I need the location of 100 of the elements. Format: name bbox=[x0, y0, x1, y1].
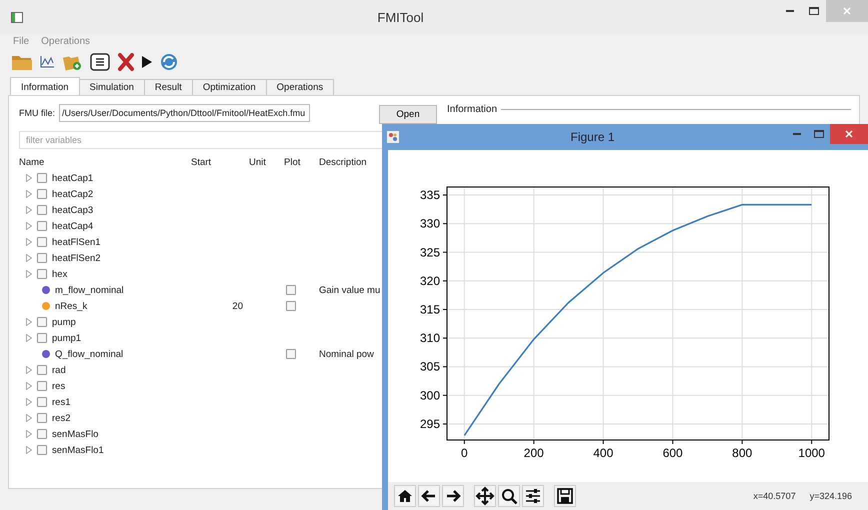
x-tick-label: 400 bbox=[593, 446, 614, 460]
y-tick bbox=[442, 423, 448, 424]
y-tick-label: 325 bbox=[420, 245, 440, 260]
minimize-icon bbox=[793, 133, 801, 135]
variable-name: m_flow_nominal bbox=[55, 284, 124, 296]
variable-name: nRes_k bbox=[55, 300, 88, 312]
variable-name: pump1 bbox=[52, 332, 82, 344]
forward-icon[interactable] bbox=[442, 485, 464, 507]
x-tick bbox=[533, 440, 534, 444]
x-coordinate: x=40.5707 bbox=[753, 491, 796, 501]
back-icon[interactable] bbox=[418, 485, 440, 507]
variable-name: rad bbox=[52, 364, 66, 376]
variable-name: res1 bbox=[52, 396, 70, 408]
y-tick-label: 315 bbox=[420, 302, 440, 316]
y-tick-label: 330 bbox=[420, 216, 440, 231]
y-tick bbox=[442, 309, 448, 310]
variable-name: pump bbox=[52, 316, 76, 328]
tab[interactable]: Operations bbox=[266, 79, 334, 95]
y-tick-label: 305 bbox=[420, 360, 440, 374]
y-tick bbox=[442, 280, 448, 282]
checkbox[interactable] bbox=[37, 237, 47, 247]
list-icon[interactable] bbox=[90, 53, 110, 71]
zoom-icon[interactable] bbox=[498, 485, 520, 507]
filter-field[interactable]: filter variables bbox=[19, 131, 385, 149]
plot-checkbox[interactable] bbox=[286, 349, 296, 359]
column-header: Unit bbox=[249, 156, 267, 170]
checkbox[interactable] bbox=[37, 445, 47, 455]
y-tick bbox=[442, 194, 448, 196]
checkbox[interactable] bbox=[37, 173, 47, 183]
description: Gain value mu bbox=[319, 284, 380, 296]
checkbox[interactable] bbox=[37, 413, 47, 423]
maximize-icon bbox=[814, 130, 824, 138]
variable-name: Q_flow_nominal bbox=[55, 348, 124, 360]
chart-icon[interactable] bbox=[40, 56, 54, 68]
variable-name: senMasFlo bbox=[52, 428, 98, 440]
y-tick bbox=[442, 394, 448, 396]
refresh-icon[interactable] bbox=[160, 53, 178, 71]
variable-name: heatCap1 bbox=[52, 172, 94, 184]
column-header: Description bbox=[319, 156, 368, 170]
variable-name: heatFlSen1 bbox=[52, 236, 101, 248]
checkbox[interactable] bbox=[37, 397, 47, 407]
close-icon bbox=[843, 7, 851, 15]
tab[interactable]: Information bbox=[10, 77, 80, 95]
checkbox[interactable] bbox=[37, 189, 47, 199]
x-tick-label: 800 bbox=[732, 446, 752, 460]
x-tick-label: 600 bbox=[662, 446, 683, 460]
variable-name: res bbox=[52, 380, 66, 392]
checkbox[interactable] bbox=[37, 269, 47, 279]
x-tick bbox=[672, 440, 674, 444]
window-title: FMITool bbox=[376, 10, 425, 24]
y-tick-label: 320 bbox=[420, 274, 440, 288]
checkbox[interactable] bbox=[37, 429, 47, 439]
x-tick-label: 1000 bbox=[798, 446, 825, 460]
checkbox[interactable] bbox=[37, 381, 47, 391]
variable-name: heatCap2 bbox=[52, 188, 94, 200]
y-tick-label: 295 bbox=[420, 416, 440, 431]
group-title: Information bbox=[447, 104, 498, 115]
move-icon[interactable] bbox=[474, 485, 496, 507]
y-tick bbox=[442, 252, 448, 253]
figure-icon bbox=[387, 131, 399, 143]
y-tick bbox=[442, 223, 448, 224]
x-tick bbox=[464, 440, 465, 444]
y-tick bbox=[442, 338, 448, 339]
x-tick bbox=[742, 440, 743, 444]
checkbox[interactable] bbox=[37, 333, 47, 343]
variable-name: res2 bbox=[52, 412, 70, 424]
field-label: FMU file: bbox=[19, 108, 55, 118]
x-tick-label: 200 bbox=[524, 446, 544, 460]
checkbox[interactable] bbox=[37, 205, 47, 215]
checkbox[interactable] bbox=[37, 365, 47, 375]
maximize-icon bbox=[809, 7, 819, 15]
variable-name: heatFlSen2 bbox=[52, 252, 101, 264]
column-header: Start bbox=[191, 156, 212, 170]
x-tick bbox=[602, 440, 604, 444]
fmu-file-field[interactable]: /Users/User/Documents/Python/Dttool/Fmitool/HeatExch.fmu bbox=[59, 104, 310, 122]
save-icon[interactable] bbox=[554, 485, 576, 507]
y-tick-label: 335 bbox=[420, 188, 440, 202]
description: Nominal pow bbox=[319, 348, 374, 360]
delete-icon[interactable] bbox=[118, 53, 134, 71]
open-button[interactable]: Open bbox=[379, 105, 437, 124]
close-button[interactable] bbox=[830, 124, 868, 144]
tab[interactable]: Optimization bbox=[192, 79, 267, 95]
y-tick bbox=[442, 366, 448, 368]
variable-name: senMasFlo1 bbox=[52, 444, 104, 456]
play-icon[interactable] bbox=[142, 56, 152, 68]
checkbox[interactable] bbox=[37, 221, 47, 231]
home-icon[interactable] bbox=[394, 485, 416, 507]
column-header: Name bbox=[19, 156, 46, 170]
folder-icon[interactable] bbox=[12, 54, 32, 70]
checkbox[interactable] bbox=[37, 317, 47, 327]
start-value: 20 bbox=[232, 300, 243, 312]
checkbox[interactable] bbox=[37, 253, 47, 263]
window-title: Figure 1 bbox=[569, 130, 616, 144]
app-icon bbox=[11, 12, 23, 22]
variable-name: heatCap3 bbox=[52, 204, 94, 216]
sliders-icon[interactable] bbox=[522, 485, 544, 507]
x-tick-label: 0 bbox=[461, 446, 468, 460]
plot-checkbox[interactable] bbox=[286, 301, 296, 311]
plot-checkbox[interactable] bbox=[286, 285, 296, 295]
column-header: Plot bbox=[284, 156, 302, 170]
